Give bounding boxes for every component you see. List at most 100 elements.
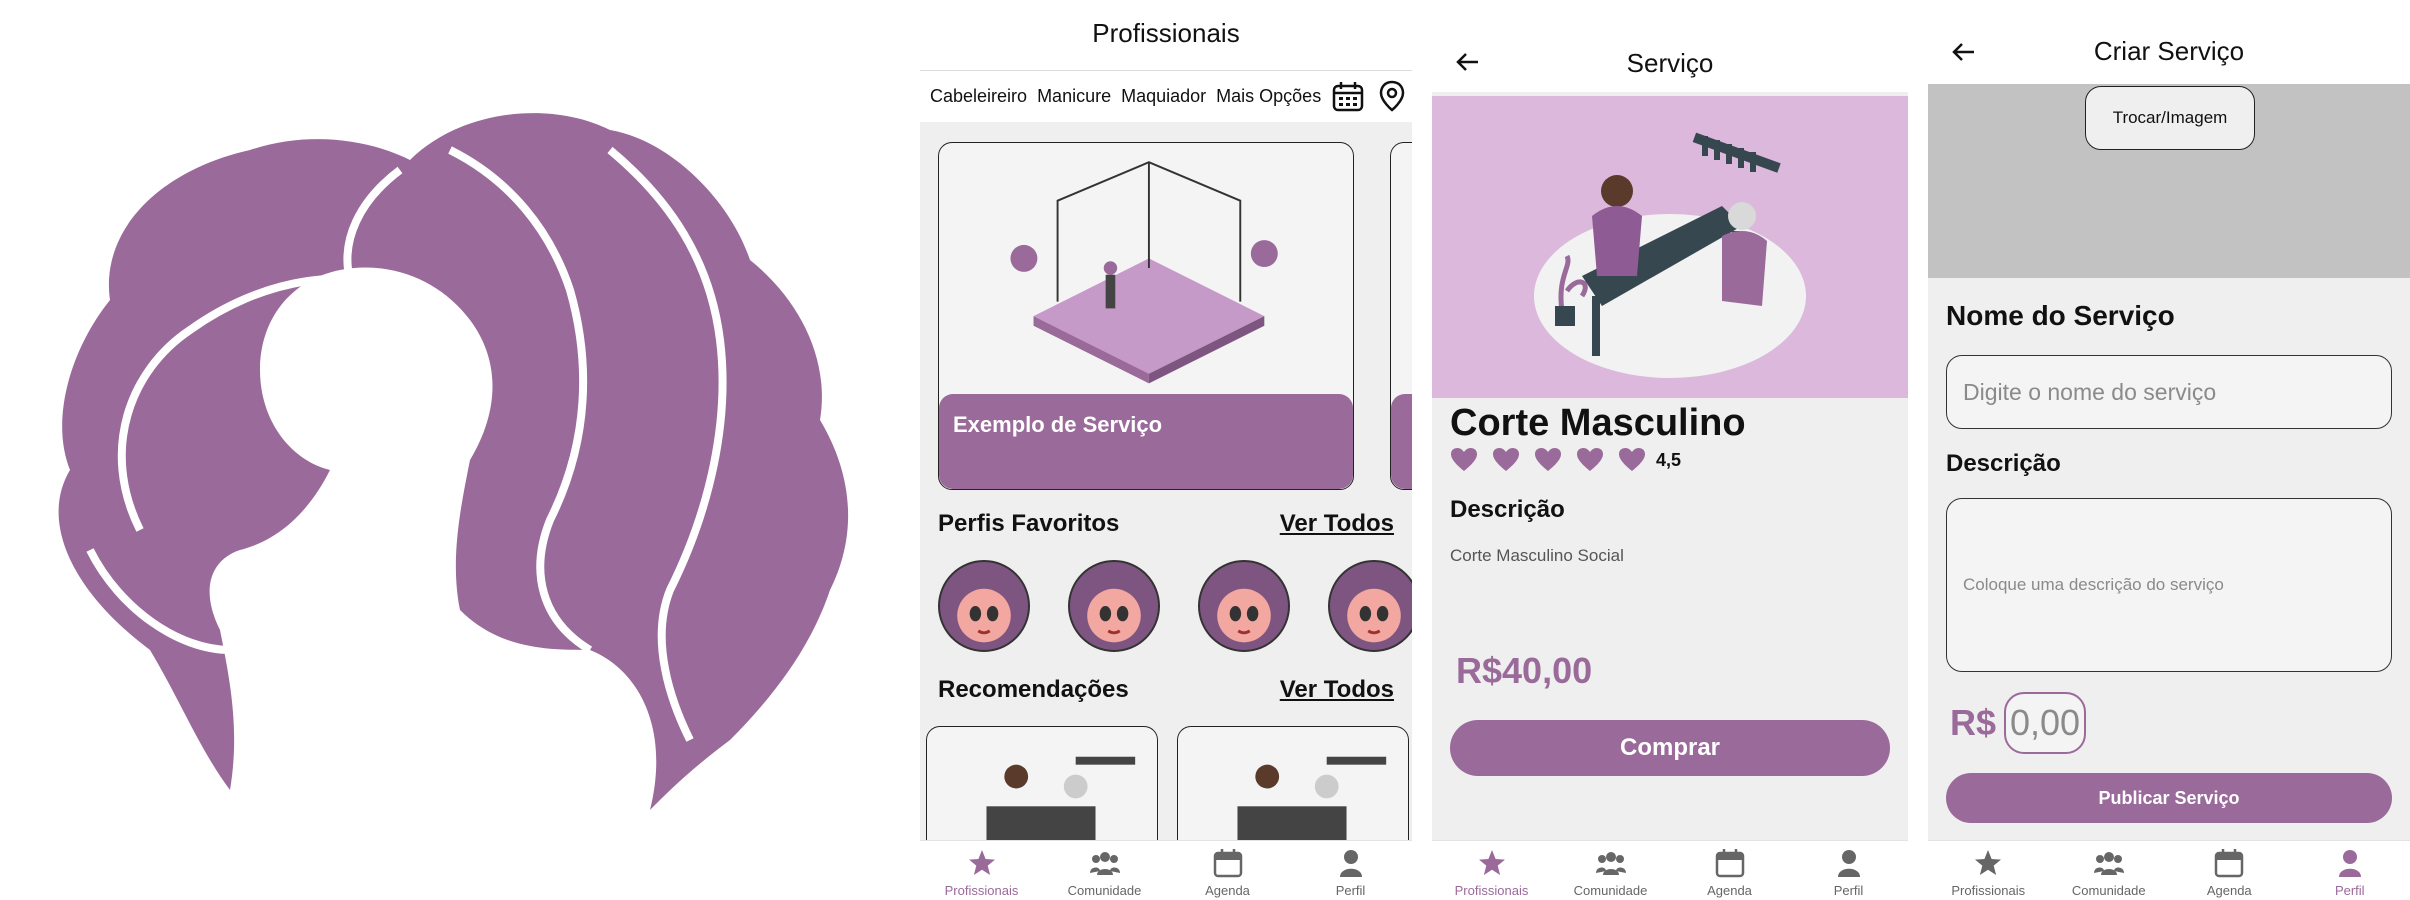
service-image-placeholder: Trocar/Imagem (1928, 84, 2410, 278)
buy-button[interactable]: Comprar (1450, 720, 1890, 776)
description-label: Descrição (1946, 450, 2061, 477)
nav-label: Perfil (1833, 883, 1864, 898)
nav-label: Profissionais (1454, 883, 1529, 898)
manicure-illustration (986, 756, 1136, 840)
description-textarea[interactable]: Coloque uma descrição do serviço (1946, 498, 2392, 672)
nav-item-profissionais[interactable]: Profissionais (920, 841, 1043, 900)
servico-screen: Serviço Corte Masculino 4,5 Descrição Co… (1432, 0, 1908, 900)
featured-card-label: Exemplo de Serviço (939, 394, 1353, 489)
nav-item-perfil[interactable]: Perfil (2290, 841, 2410, 900)
rating-hearts: 4,5 (1450, 447, 1681, 473)
category-bar: Cabeleireiro Manicure Maquiador Mais Opç… (930, 70, 1412, 122)
page-title: Profissionais (1092, 18, 1240, 48)
category-maquiador[interactable]: Maquiador (1121, 86, 1206, 107)
price-input[interactable]: 0,00 (2004, 692, 2087, 754)
avatar[interactable] (1328, 560, 1412, 652)
nav-label: Agenda (2206, 883, 2252, 898)
star-icon (1478, 850, 1505, 875)
nav-label: Perfil (1335, 883, 1366, 898)
star-icon (1975, 850, 2002, 875)
nav-item-perfil[interactable]: Perfil (1289, 841, 1412, 900)
service-name-label: Nome do Serviço (1946, 300, 2175, 331)
community-icon (1089, 852, 1120, 875)
community-icon (2093, 852, 2124, 875)
avatar-face-icon (1347, 588, 1401, 643)
description-text: Corte Masculino Social (1450, 546, 1624, 565)
nav-item-profissionais[interactable]: Profissionais (1928, 841, 2049, 900)
calendar-icon (2215, 849, 2244, 878)
avatar-face-icon (1217, 588, 1271, 643)
recommendations-header: Recomendações Ver Todos (938, 676, 1394, 704)
nav-item-agenda[interactable]: Agenda (2169, 841, 2290, 900)
salon-logo (58, 113, 849, 810)
bottom-nav: Profissionais Comunidade Agenda Perfil (1928, 840, 2410, 900)
heart-icon (1577, 448, 1603, 471)
publish-button[interactable]: Publicar Serviço (1946, 773, 2392, 823)
top-bar: Criar Serviço (1928, 0, 2410, 84)
avatar-face-icon (957, 588, 1011, 643)
nav-item-perfil[interactable]: Perfil (1789, 841, 1908, 900)
bottom-nav: Profissionais Comunidade Agenda Perfil (1432, 840, 1908, 900)
rating-value: 4,5 (1656, 449, 1682, 470)
nav-item-comunidade[interactable]: Comunidade (2049, 841, 2170, 900)
currency-label: R$ (1950, 702, 1997, 743)
price-row: R$ 0,00 (1950, 692, 2087, 754)
favorites-heading: Perfis Favoritos (938, 510, 1120, 537)
nav-label: Comunidade (1067, 883, 1142, 898)
avatar[interactable] (1198, 560, 1290, 652)
divider (920, 70, 1412, 71)
nav-label: Profissionais (944, 883, 1019, 898)
user-icon (1339, 850, 1362, 877)
avatar[interactable] (938, 560, 1030, 652)
service-price: R$40,00 (1456, 650, 1593, 691)
manicure-illustration (1237, 756, 1387, 840)
nav-label: Agenda (1205, 883, 1250, 898)
category-cabeleireiro[interactable]: Cabeleireiro (930, 86, 1027, 107)
recommendations-see-all-link[interactable]: Ver Todos (1280, 676, 1394, 704)
page-title: Serviço (1626, 48, 1714, 78)
calendar-icon[interactable] (1331, 79, 1365, 113)
service-name-input[interactable]: Digite o nome do serviço (1946, 355, 2392, 429)
nav-item-comunidade[interactable]: Comunidade (1551, 841, 1670, 900)
nav-item-profissionais[interactable]: Profissionais (1432, 841, 1551, 900)
description-heading: Descrição (1450, 496, 1565, 523)
nav-label: Agenda (1707, 883, 1752, 898)
user-icon (2338, 850, 2361, 877)
content-area: Exemplo de Serviço Perfis Favoritos Ver … (920, 122, 1412, 840)
featured-service-card-next[interactable] (1390, 142, 1412, 490)
calendar-icon (1213, 849, 1242, 878)
nav-label: Perfil (2334, 883, 2365, 898)
heart-icon (1619, 448, 1645, 471)
top-bar: Serviço (1432, 0, 1908, 92)
avatar[interactable] (1068, 560, 1160, 652)
page-title: Criar Serviço (2093, 36, 2245, 66)
location-pin-icon[interactable] (1375, 79, 1409, 113)
heart-icon (1535, 448, 1561, 471)
community-icon (1595, 852, 1626, 875)
nav-label: Comunidade (2071, 883, 2146, 898)
favorites-see-all-link[interactable]: Ver Todos (1280, 510, 1394, 538)
bottom-nav: Profissionais Comunidade Agenda Perfil (920, 840, 1412, 900)
category-mais-opcoes[interactable]: Mais Opções (1216, 86, 1321, 107)
user-icon (1837, 850, 1860, 877)
recommendation-card[interactable] (1177, 726, 1409, 840)
avatar-face-icon (1087, 588, 1141, 643)
recommendations-heading: Recomendações (938, 676, 1129, 703)
star-icon (968, 850, 995, 875)
swap-image-button[interactable]: Trocar/Imagem (2085, 86, 2255, 150)
category-manicure[interactable]: Manicure (1037, 86, 1111, 107)
nav-item-comunidade[interactable]: Comunidade (1043, 841, 1166, 900)
recommendation-card[interactable] (926, 726, 1158, 840)
calendar-icon (1715, 849, 1744, 878)
criar-servico-screen: Criar Serviço Trocar/Imagem Nome do Serv… (1928, 0, 2410, 900)
service-name: Corte Masculino (1450, 402, 1746, 444)
nav-item-agenda[interactable]: Agenda (1670, 841, 1789, 900)
service-image (1432, 96, 1908, 398)
nav-item-agenda[interactable]: Agenda (1166, 841, 1289, 900)
featured-card-label (1391, 394, 1412, 489)
manicure-illustration (1534, 132, 1806, 378)
nav-label: Comunidade (1573, 883, 1648, 898)
favorites-header: Perfis Favoritos Ver Todos (938, 510, 1394, 538)
heart-icon (1451, 448, 1477, 471)
featured-service-card[interactable]: Exemplo de Serviço (938, 142, 1354, 490)
